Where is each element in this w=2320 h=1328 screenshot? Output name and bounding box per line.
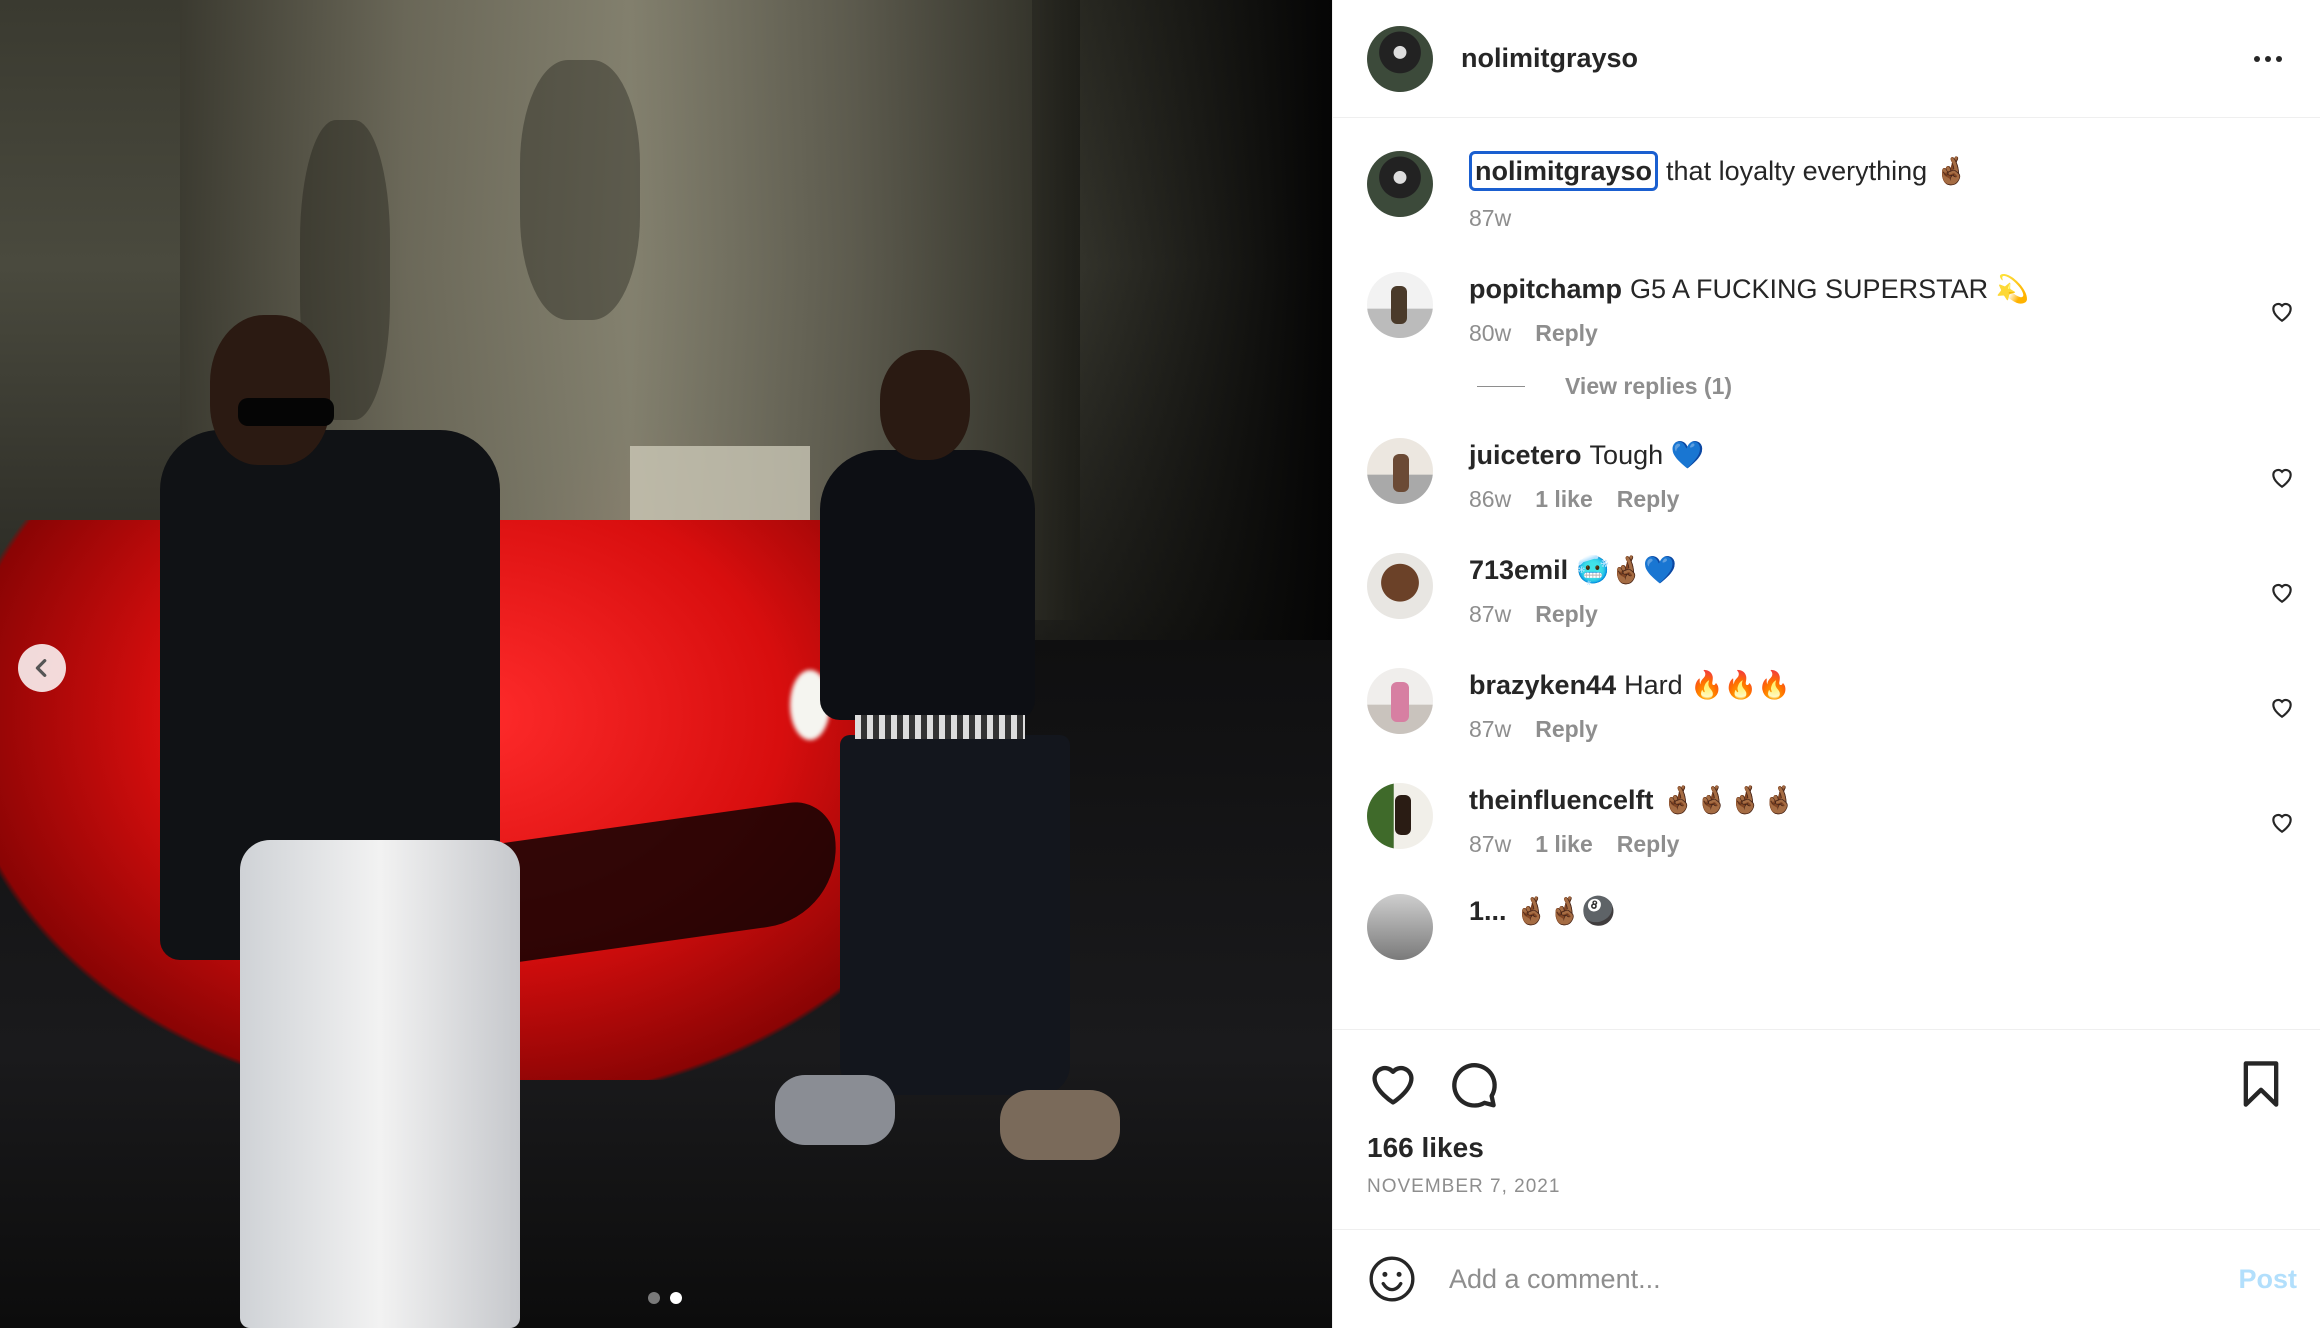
view-replies-label: View replies (1) [1565, 373, 1733, 399]
commenter-avatar[interactable] [1367, 553, 1433, 619]
comment-text: Hard 🔥🔥🔥 [1624, 670, 1791, 700]
comment-text: Tough 💙 [1589, 440, 1705, 470]
comment-input[interactable] [1449, 1263, 2239, 1295]
commenter-username[interactable]: juicetero [1469, 440, 1582, 470]
heart-icon [2272, 302, 2292, 323]
post-header: nolimitgrayso [1333, 0, 2320, 118]
caption-avatar[interactable] [1367, 151, 1433, 217]
comment-bubble-icon [1452, 1063, 1497, 1108]
photo-wall-stain [520, 60, 640, 320]
photo-person-right-belt [855, 715, 1025, 739]
post-photo[interactable] [0, 0, 1332, 1328]
commenter-username[interactable]: theinfluencelft [1469, 785, 1654, 815]
caption-username[interactable]: nolimitgrayso [1469, 151, 1659, 191]
photo-person-left-legs [240, 840, 520, 1328]
comment-like-button[interactable] [2269, 464, 2295, 490]
comment-text: G5 A FUCKING SUPERSTAR 💫 [1630, 274, 2030, 304]
comment-age[interactable]: 87w [1469, 831, 1511, 858]
heart-icon [2272, 813, 2292, 834]
post-comment-button[interactable]: Post [2238, 1264, 2297, 1295]
heart-icon [2272, 468, 2292, 489]
likes-count[interactable]: 166 likes [1367, 1132, 2287, 1164]
bookmark-icon [2243, 1061, 2279, 1107]
photo-person-right-head [880, 350, 970, 460]
comment-age[interactable]: 86w [1469, 486, 1511, 513]
owner-username[interactable]: nolimitgrayso [1461, 43, 2248, 74]
carousel-prev-button[interactable] [18, 644, 66, 692]
commenter-username[interactable]: 1... [1469, 896, 1507, 926]
comment-item: 1... 🤞🏾🤞🏾🎱 [1367, 894, 2297, 960]
owner-avatar[interactable] [1367, 25, 1433, 92]
comment-like-button[interactable] [2269, 694, 2295, 720]
comment-like-count[interactable]: 1 like [1535, 831, 1593, 858]
comment-age[interactable]: 80w [1469, 320, 1511, 347]
comment-like-button[interactable] [2269, 579, 2295, 605]
comment-reply-button[interactable]: Reply [1535, 320, 1598, 347]
photo-person-right-shoe [775, 1075, 895, 1145]
commenter-username[interactable]: popitchamp [1469, 274, 1622, 304]
view-replies-button[interactable]: View replies (1) [1477, 373, 2297, 400]
commenter-avatar[interactable] [1367, 668, 1433, 734]
commenter-username[interactable]: brazyken44 [1469, 670, 1616, 700]
comment-reply-button[interactable]: Reply [1535, 601, 1598, 628]
comments-list[interactable]: nolimitgrayso that loyalty everything 🤞🏾 … [1333, 119, 2320, 1029]
comment-item: brazyken44 Hard 🔥🔥🔥 87w Reply [1367, 668, 2297, 743]
carousel-dot-active [670, 1292, 682, 1304]
photo-person-right-legs [840, 735, 1070, 1095]
comment-text: 🤞🏾🤞🏾🤞🏾🤞🏾 [1661, 785, 1796, 815]
comment-text: 🥶🤞🏾💙 [1576, 555, 1677, 585]
photo-person-left-head [210, 315, 330, 465]
comment-text: 🤞🏾🤞🏾🎱 [1514, 896, 1616, 926]
commenter-username[interactable]: 713emil [1469, 555, 1568, 585]
caption-age[interactable]: 87w [1469, 205, 1511, 232]
like-button[interactable] [1367, 1058, 1419, 1110]
comment-like-count[interactable]: 1 like [1535, 486, 1593, 513]
comment-like-button[interactable] [2269, 298, 2295, 324]
heart-icon [2272, 698, 2292, 719]
comment-age[interactable]: 87w [1469, 716, 1511, 743]
commenter-avatar[interactable] [1367, 783, 1433, 849]
heart-icon [2272, 583, 2292, 604]
post-date[interactable]: NOVEMBER 7, 2021 [1367, 1176, 2287, 1198]
photo-person-right-sweater [820, 450, 1035, 720]
chevron-left-icon [35, 659, 47, 677]
comment-item: 713emil 🥶🤞🏾💙 87w Reply [1367, 553, 2297, 628]
post-caption: nolimitgrayso that loyalty everything 🤞🏾 … [1367, 151, 2297, 232]
comment-reply-button[interactable]: Reply [1535, 716, 1598, 743]
commenter-avatar[interactable] [1367, 272, 1433, 338]
heart-icon [1372, 1065, 1414, 1105]
photo-person-right-shoe [1000, 1090, 1120, 1160]
view-replies-divider [1477, 386, 1525, 387]
post-actions: 166 likes NOVEMBER 7, 2021 [1333, 1029, 2320, 1229]
comment-age[interactable]: 87w [1469, 601, 1511, 628]
commenter-avatar[interactable] [1367, 438, 1433, 504]
carousel-indicator [648, 1292, 682, 1304]
comment-item: theinfluencelft 🤞🏾🤞🏾🤞🏾🤞🏾 87w 1 like Reply [1367, 783, 2297, 858]
comment-reply-button[interactable]: Reply [1617, 831, 1680, 858]
emoji-smile-icon [1369, 1256, 1415, 1302]
comment-item: popitchamp G5 A FUCKING SUPERSTAR 💫 80w R… [1367, 272, 2297, 347]
photo-person-left-sunglasses [238, 398, 334, 426]
more-options-icon[interactable] [2248, 39, 2288, 79]
commenter-avatar[interactable] [1367, 894, 1433, 960]
comment-reply-button[interactable]: Reply [1617, 486, 1680, 513]
add-comment-bar: Post [1333, 1229, 2320, 1328]
comment-like-button[interactable] [2269, 809, 2295, 835]
save-button[interactable] [2235, 1058, 2287, 1110]
comment-item: juicetero Tough 💙 86w 1 like Reply [1367, 438, 2297, 513]
post-details-panel: nolimitgrayso nolimitgrayso that loyalty … [1332, 0, 2320, 1328]
carousel-dot [648, 1292, 660, 1304]
comment-button[interactable] [1447, 1058, 1499, 1110]
emoji-button[interactable] [1367, 1254, 1417, 1304]
caption-text: that loyalty everything 🤞🏾 [1666, 156, 1969, 186]
